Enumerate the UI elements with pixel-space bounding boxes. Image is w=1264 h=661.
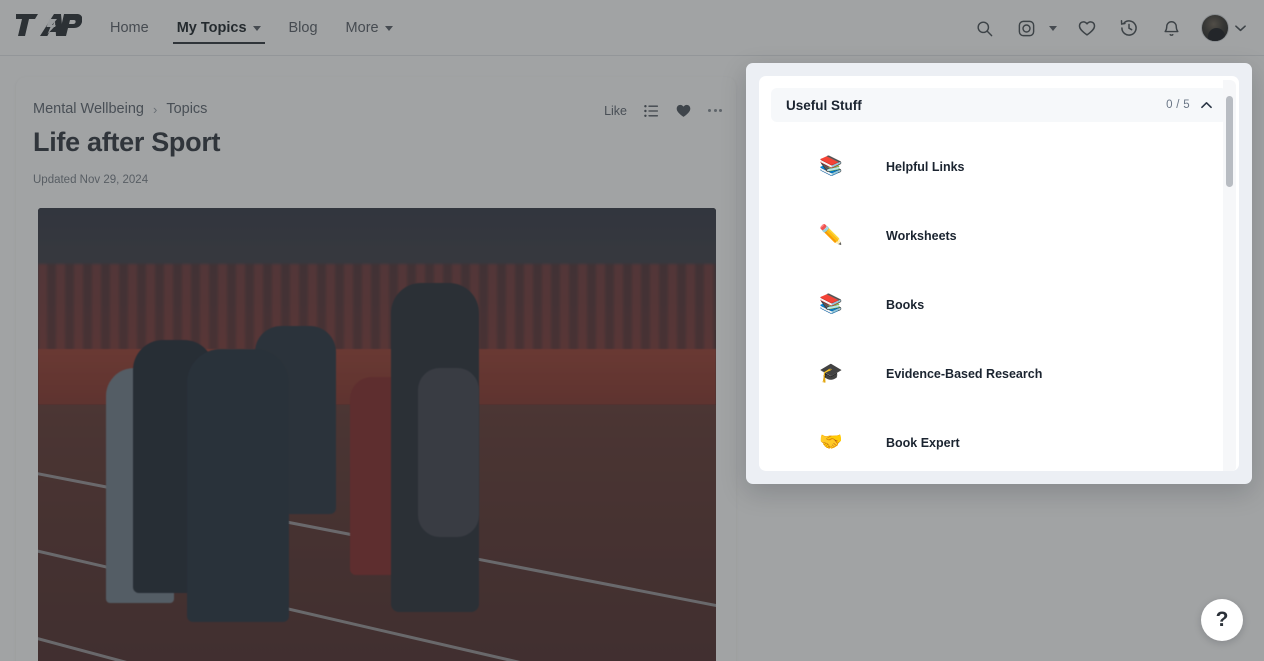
list-item-label: Books xyxy=(886,297,925,312)
app-root: Home My Topics Blog More Mental Wellbein… xyxy=(0,0,1264,661)
list-item-label: Book Expert xyxy=(886,435,960,450)
pencil-icon: ✏️ xyxy=(819,225,843,246)
useful-stuff-list: 📚 Helpful Links ✏️ Worksheets 📚 Books 🎓 … xyxy=(759,132,1239,471)
list-item-label: Helpful Links xyxy=(886,159,965,174)
list-item[interactable]: ✏️ Worksheets xyxy=(759,201,1239,270)
list-item[interactable]: 🤝 Book Expert xyxy=(759,408,1239,471)
useful-stuff-panel: Useful Stuff 0 / 5 📚 Helpful Links ✏️ Wo… xyxy=(746,63,1252,484)
list-item[interactable]: 📚 Books xyxy=(759,270,1239,339)
books-icon: 📚 xyxy=(819,294,843,315)
help-button[interactable]: ? xyxy=(1201,599,1243,641)
list-item-label: Worksheets xyxy=(886,228,957,243)
list-item[interactable]: 🎓 Evidence-Based Research xyxy=(759,339,1239,408)
list-item[interactable]: 📚 Helpful Links xyxy=(759,132,1239,201)
handshake-icon: 🤝 xyxy=(819,432,843,453)
books-icon: 📚 xyxy=(819,156,843,177)
progress-count: 0 / 5 xyxy=(1166,99,1190,111)
list-item-label: Evidence-Based Research xyxy=(886,366,1043,381)
useful-stuff-card: Useful Stuff 0 / 5 📚 Helpful Links ✏️ Wo… xyxy=(759,76,1239,471)
chevron-up-icon[interactable] xyxy=(1201,100,1212,111)
graduation-cap-icon: 🎓 xyxy=(819,363,843,384)
modal-scrollbar[interactable] xyxy=(1223,80,1236,471)
modal-scrollbar-thumb[interactable] xyxy=(1226,96,1233,187)
useful-stuff-header[interactable]: Useful Stuff 0 / 5 xyxy=(771,88,1227,122)
useful-stuff-title: Useful Stuff xyxy=(786,97,862,113)
useful-stuff-header-right: 0 / 5 xyxy=(1166,99,1212,111)
